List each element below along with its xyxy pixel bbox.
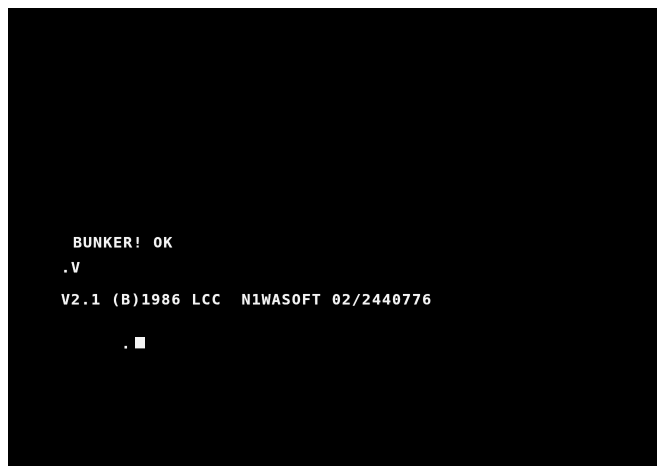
terminal-window: BUNKER! OK .V V2.1 (B)1986 LCC N1WASOFT … bbox=[0, 0, 665, 472]
terminal-input-line[interactable]: . bbox=[61, 318, 146, 352]
terminal-version-line: V2.1 (B)1986 LCC N1WASOFT 02/2440776 bbox=[61, 291, 433, 309]
terminal-screen[interactable]: BUNKER! OK .V V2.1 (B)1986 LCC N1WASOFT … bbox=[8, 8, 657, 466]
terminal-output-line: BUNKER! OK bbox=[73, 234, 174, 252]
command-prompt: . bbox=[121, 335, 132, 353]
terminal-command-line: .V bbox=[61, 259, 82, 277]
block-cursor-icon[interactable] bbox=[135, 337, 146, 349]
